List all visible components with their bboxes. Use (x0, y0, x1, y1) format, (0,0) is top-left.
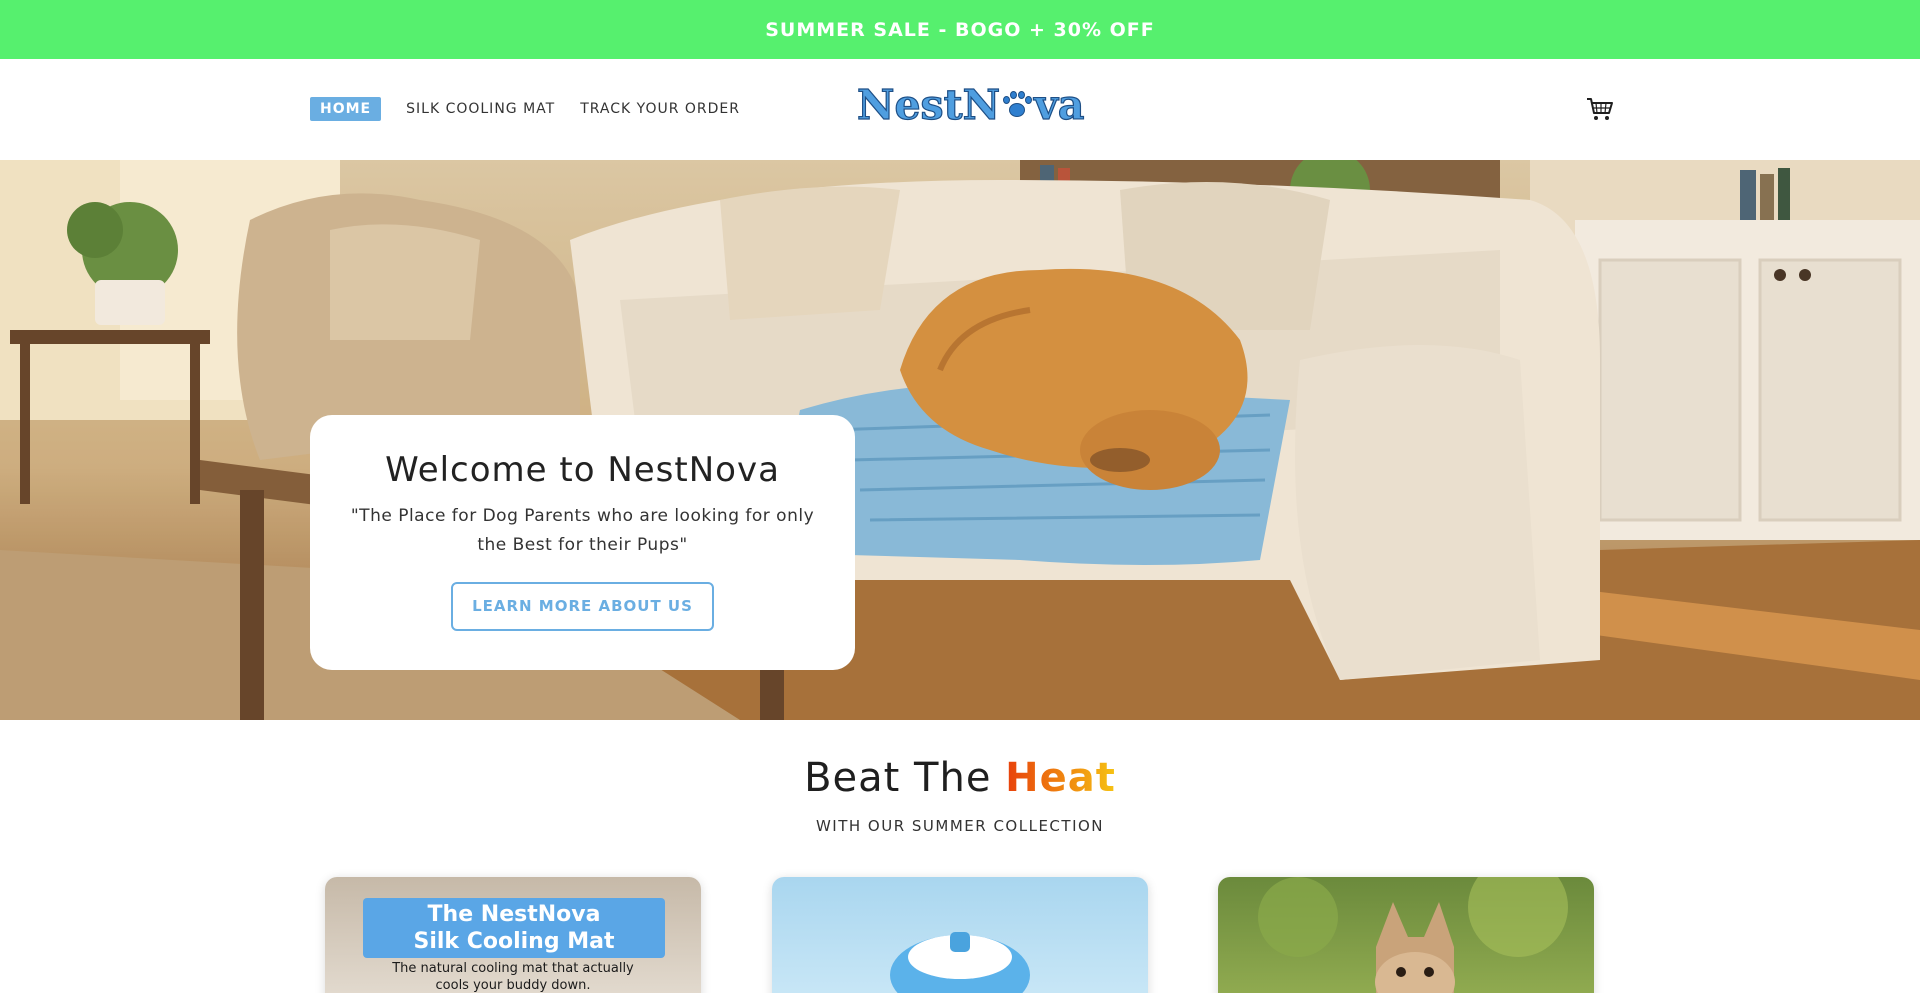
logo-text-right: va (1033, 80, 1085, 129)
hero-tagline: "The Place for Dog Parents who are looki… (350, 506, 815, 555)
logo-text-left: NestN (856, 80, 1001, 129)
section-title-highlight: Heat (1005, 755, 1116, 801)
product-image-dog (1258, 877, 1568, 993)
nav-item-silk-cooling-mat[interactable]: SILK COOLING MAT (406, 97, 555, 121)
site-header: HOME SILK COOLING MAT TRACK YOUR ORDER N… (0, 59, 1920, 160)
hero-title: Welcome to NestNova (385, 450, 780, 490)
product-card-dog[interactable] (1218, 877, 1594, 993)
product-caption-line1: The natural cooling mat that actually (392, 961, 634, 976)
announcement-text: SUMMER SALE - BOGO + 30% OFF (765, 18, 1155, 41)
product-card-silk-cooling-mat[interactable]: The NestNova Silk Cooling Mat The natura… (325, 877, 701, 993)
hero-image (0, 160, 1920, 720)
hero-card: Welcome to NestNova "The Place for Dog P… (310, 415, 855, 670)
product-image-bottle (890, 932, 1030, 993)
product-caption: The natural cooling mat that actually co… (325, 960, 701, 993)
product-card-bottle[interactable] (772, 877, 1148, 993)
product-banner-line1: The NestNova (427, 902, 601, 927)
paw-icon (1001, 90, 1033, 120)
nav-item-home[interactable]: HOME (310, 97, 382, 121)
product-banner: The NestNova Silk Cooling Mat (363, 898, 665, 958)
nav-item-track-your-order[interactable]: TRACK YOUR ORDER (580, 97, 740, 121)
product-banner-line2: Silk Cooling Mat (413, 929, 615, 954)
section-title-prefix: Beat The (804, 755, 1006, 801)
announcement-bar: SUMMER SALE - BOGO + 30% OFF (0, 0, 1920, 59)
site-logo[interactable]: NestN va (856, 80, 1085, 129)
main-nav: HOME SILK COOLING MAT TRACK YOUR ORDER (310, 97, 765, 121)
section-subtitle: WITH OUR SUMMER COLLECTION (815, 817, 1105, 835)
learn-more-button[interactable]: LEARN MORE ABOUT US (451, 582, 714, 631)
cart-icon[interactable] (1586, 96, 1614, 122)
section-title: Beat The Heat (0, 755, 1920, 801)
product-caption-line2: cools your buddy down. (435, 978, 591, 993)
hero-banner: Welcome to NestNova "The Place for Dog P… (0, 160, 1920, 720)
